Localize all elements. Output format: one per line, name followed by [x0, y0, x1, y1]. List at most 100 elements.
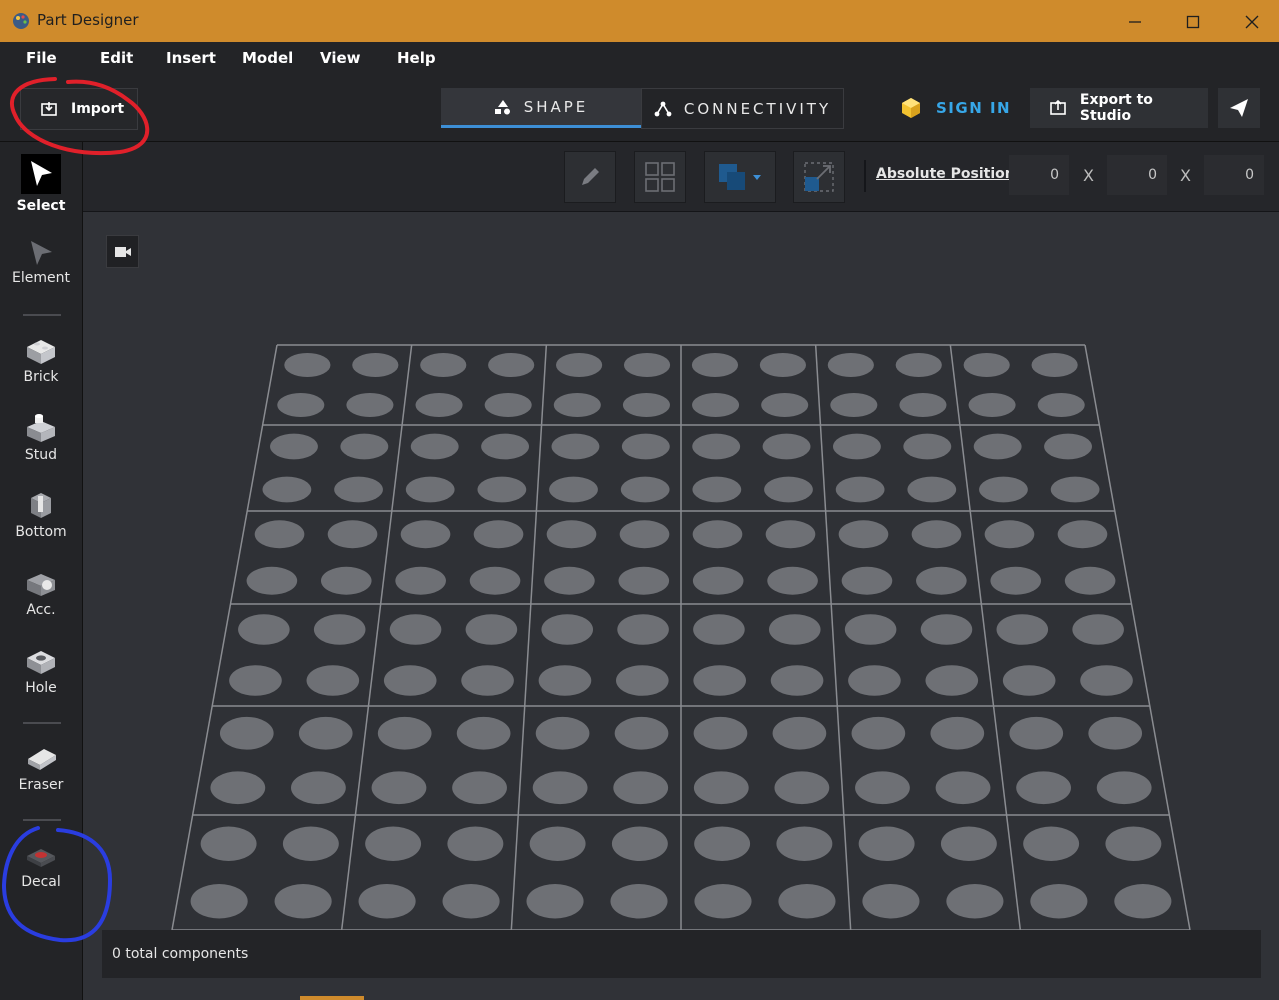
stud — [481, 433, 530, 460]
tab-shape[interactable]: SHAPE — [441, 88, 641, 128]
stud — [841, 566, 893, 595]
stud — [313, 614, 366, 645]
color-picker-button[interactable] — [704, 151, 776, 203]
stud — [358, 884, 416, 919]
tool-accessory[interactable]: Acc. — [0, 568, 82, 618]
stud — [277, 393, 325, 417]
stud — [556, 353, 603, 377]
position-z-input[interactable]: 0 — [1204, 155, 1264, 195]
tool-eraser-label: Eraser — [18, 777, 64, 793]
stud — [858, 826, 915, 861]
tab-shape-label: SHAPE — [523, 97, 589, 116]
stud — [692, 520, 743, 549]
stud — [395, 566, 446, 595]
menu-view[interactable]: View — [320, 49, 361, 67]
stud — [968, 393, 1016, 417]
close-button[interactable] — [1232, 8, 1272, 36]
position-y-input[interactable]: 0 — [1107, 155, 1167, 195]
resize-button[interactable] — [793, 151, 845, 203]
tab-connectivity-label: CONNECTIVITY — [683, 99, 832, 118]
pencil-icon — [582, 168, 599, 185]
stud — [862, 884, 920, 919]
stud — [1030, 884, 1088, 919]
tool-element[interactable]: Element — [0, 238, 82, 286]
stud — [484, 393, 532, 417]
tool-bottom[interactable]: Bottom — [0, 490, 82, 540]
edit-button[interactable] — [564, 151, 616, 203]
position-x-input[interactable]: 0 — [1009, 155, 1069, 195]
title-bar: Part Designer — [0, 0, 1279, 42]
shape-icon — [494, 99, 510, 114]
stud — [1096, 771, 1152, 805]
stud — [541, 614, 594, 645]
stud — [405, 476, 455, 503]
stud — [693, 614, 745, 645]
stud — [365, 826, 422, 861]
stud — [693, 716, 748, 750]
stud — [851, 716, 906, 750]
menu-file[interactable]: File — [26, 49, 57, 67]
stud — [946, 884, 1004, 919]
stud-icon — [27, 414, 55, 442]
stud — [827, 353, 874, 377]
tool-separator — [23, 819, 61, 821]
stud — [838, 520, 889, 549]
stud — [693, 771, 749, 805]
stud — [452, 771, 507, 805]
stud — [262, 476, 312, 503]
tool-eraser[interactable]: Eraser — [0, 743, 82, 793]
stud — [282, 826, 339, 861]
stud — [765, 520, 816, 549]
connectivity-icon — [654, 101, 672, 116]
stud — [774, 771, 830, 805]
maximize-icon — [1186, 15, 1200, 29]
stud — [546, 520, 597, 549]
tool-element-label: Element — [12, 270, 70, 286]
stud — [848, 665, 901, 696]
tab-connectivity[interactable]: CONNECTIVITY — [641, 88, 844, 129]
stud — [473, 520, 524, 549]
tool-stud[interactable]: Stud — [0, 413, 82, 463]
taskbar-strip — [300, 996, 364, 1000]
stud — [1064, 566, 1116, 595]
stud — [767, 566, 818, 595]
tool-select[interactable]: Select — [0, 154, 82, 214]
stud — [925, 665, 979, 696]
stud — [830, 393, 878, 417]
stud — [469, 566, 521, 595]
minimize-button[interactable] — [1115, 8, 1155, 36]
tool-select-label: Select — [16, 198, 66, 214]
stud — [832, 433, 881, 460]
tool-brick[interactable]: Brick — [0, 335, 82, 385]
sign-in-label: SIGN IN — [936, 99, 1012, 117]
menu-help[interactable]: Help — [397, 49, 436, 67]
export-to-studio-button[interactable]: Export to Studio — [1030, 88, 1208, 128]
menu-model[interactable]: Model — [242, 49, 293, 67]
stud — [610, 884, 668, 919]
import-button[interactable]: Import — [20, 88, 138, 130]
baseplate-cells — [171, 344, 1191, 931]
tool-decal[interactable]: Decal — [0, 842, 82, 890]
3d-viewport[interactable] — [83, 212, 1279, 1000]
tool-bottom-label: Bottom — [15, 524, 67, 540]
grid-view-button[interactable] — [634, 151, 686, 203]
tool-separator — [23, 314, 61, 316]
baseplate-grid[interactable] — [83, 212, 1279, 1000]
menu-insert[interactable]: Insert — [166, 49, 216, 67]
stud — [692, 433, 741, 460]
stud — [693, 665, 746, 696]
menu-edit[interactable]: Edit — [100, 49, 133, 67]
absolute-position-label[interactable]: Absolute Position: — [876, 166, 1019, 182]
send-button[interactable] — [1218, 88, 1260, 128]
tool-hole[interactable]: Hole — [0, 646, 82, 696]
hole-icon — [27, 651, 55, 674]
stud — [844, 614, 897, 645]
stud — [930, 716, 985, 750]
maximize-button[interactable] — [1173, 8, 1213, 36]
stud — [544, 566, 595, 595]
stud — [1044, 433, 1092, 460]
sign-in-button[interactable]: SIGN IN — [900, 98, 1011, 118]
stud — [229, 665, 282, 696]
stud — [996, 614, 1049, 645]
tool-brick-label: Brick — [23, 369, 59, 385]
